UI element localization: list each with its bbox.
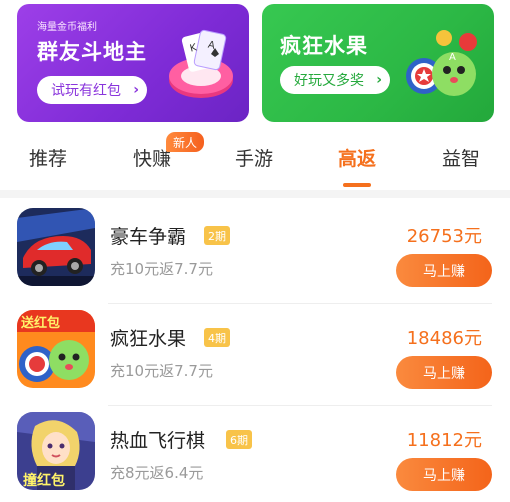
race-car-icon (17, 208, 95, 286)
flying-chess-girl-icon: 撞红包 (17, 412, 95, 490)
banner-title: 疯狂水果 (280, 34, 368, 58)
game-name: 热血飞行棋 (110, 430, 206, 452)
section-divider (0, 190, 510, 198)
icon-label: 撞红包 (23, 473, 65, 489)
tab-puzzle[interactable]: 益智 (442, 144, 480, 171)
rebate-text: 充10元返7.7元 (110, 260, 213, 278)
chevron-right-icon: › (376, 72, 382, 88)
period-badge: 4期 (204, 328, 230, 347)
banner-button-label: 试玩有红包 (51, 83, 121, 99)
banner-area: 海量金币福利 群友斗地主 试玩有红包 › K A 疯狂水果 好玩又多奖 › A (0, 0, 510, 128)
reward-amount: 18486元 (406, 328, 482, 349)
tab-mobile-games[interactable]: 手游 (235, 144, 273, 171)
list-item[interactable]: 撞红包 热血飞行棋 6期 充8元返6.4元 11812元 马上赚 (0, 406, 510, 502)
period-badge: 6期 (226, 430, 252, 449)
banner-fun-button[interactable]: 好玩又多奖 › (280, 66, 390, 94)
earn-now-button[interactable]: 马上赚 (396, 254, 492, 287)
active-tab-indicator (343, 183, 371, 187)
banner-button-label: 好玩又多奖 (294, 73, 364, 89)
chevron-right-icon: › (133, 82, 139, 98)
period-badge: 2期 (204, 226, 230, 245)
reward-amount: 26753元 (406, 226, 482, 247)
icon-label: 送红包 (21, 316, 61, 331)
reward-amount: 11812元 (406, 430, 482, 451)
earn-now-button[interactable]: 马上赚 (396, 356, 492, 389)
banner-crazy-fruit[interactable]: 疯狂水果 好玩又多奖 › A (262, 4, 494, 122)
new-user-badge: 新人 (166, 132, 205, 152)
earn-now-button[interactable]: 马上赚 (396, 458, 492, 491)
rebate-text: 充10元返7.7元 (110, 362, 213, 380)
tab-recommend[interactable]: 推荐 (29, 144, 67, 171)
game-name: 豪车争霸 (110, 226, 187, 248)
fruit-mascot-icon: A (406, 30, 477, 96)
game-name: 疯狂水果 (110, 328, 187, 350)
list-item[interactable]: 送红包 疯狂水果 4期 充10元返7.7元 18486元 马上赚 (0, 304, 510, 406)
svg-text:A: A (449, 52, 456, 63)
poker-chip-cards-icon: K A (169, 29, 233, 98)
banner-doudizhu[interactable]: 海量金币福利 群友斗地主 试玩有红包 › K A (17, 4, 249, 122)
banner-try-button[interactable]: 试玩有红包 › (37, 76, 147, 104)
category-tabs: 推荐 快赚 手游 高返 益智 (0, 128, 510, 190)
tab-high-rebate[interactable]: 高返 (338, 144, 376, 171)
fruit-mascot-icon: 送红包 (17, 310, 95, 388)
rebate-text: 充8元返6.4元 (110, 464, 204, 482)
list-item[interactable]: 豪车争霸 2期 充10元返7.7元 26753元 马上赚 (0, 202, 510, 304)
banner-title: 群友斗地主 (37, 40, 147, 64)
banner-subtitle: 海量金币福利 (37, 22, 97, 33)
